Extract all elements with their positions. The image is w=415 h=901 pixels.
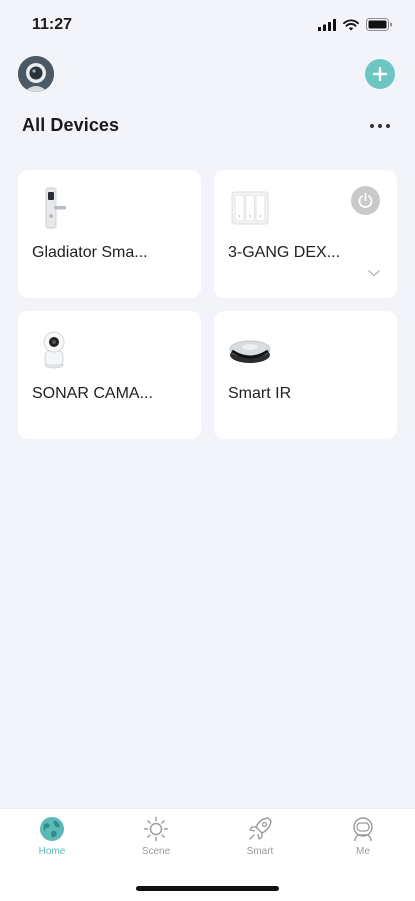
- device-image: [228, 327, 272, 371]
- device-card-smart-ir[interactable]: Smart IR: [214, 311, 397, 439]
- wall-switch-icon: [231, 191, 269, 225]
- device-image: [32, 186, 76, 230]
- power-button[interactable]: [351, 186, 380, 215]
- astronaut-icon: [353, 817, 373, 842]
- tab-home[interactable]: Home: [12, 815, 92, 871]
- battery-icon: [366, 18, 392, 31]
- sun-icon: [143, 816, 169, 842]
- device-card-3-gang[interactable]: 3-GANG DEX...: [214, 170, 397, 298]
- status-bar: 11:27: [0, 0, 415, 50]
- tab-label: Smart: [246, 846, 274, 857]
- astronaut-avatar-icon: [18, 56, 54, 92]
- tab-label: Scene: [141, 846, 171, 857]
- add-device-button[interactable]: [365, 59, 395, 89]
- cellular-signal-icon: [318, 18, 336, 31]
- status-time: 11:27: [32, 16, 73, 33]
- more-horizontal-icon: [370, 124, 390, 128]
- ir-remote-hub-icon: [229, 340, 271, 363]
- device-card-gladiator[interactable]: Gladiator Sma...: [18, 170, 201, 298]
- device-name: SONAR CAMA...: [32, 385, 153, 402]
- plus-icon: [373, 67, 387, 81]
- device-name: 3-GANG DEX...: [228, 244, 341, 261]
- device-name: Smart IR: [228, 385, 292, 402]
- device-name: Gladiator Sma...: [32, 244, 148, 261]
- security-camera-icon: [43, 331, 65, 369]
- tab-scene[interactable]: Scene: [116, 815, 196, 871]
- avatar[interactable]: [18, 56, 54, 92]
- wifi-icon: [343, 18, 359, 30]
- tab-label: Home: [38, 846, 66, 857]
- device-image: [32, 327, 76, 371]
- home-indicator: [136, 886, 279, 891]
- power-icon: [358, 193, 373, 208]
- device-image: [228, 186, 272, 230]
- tab-smart[interactable]: Smart: [220, 815, 300, 871]
- chevron-down-icon[interactable]: [367, 268, 381, 278]
- page-title: All Devices: [22, 115, 120, 135]
- rocket-icon: [249, 817, 272, 840]
- tab-me[interactable]: Me: [323, 815, 403, 871]
- globe-icon: [40, 817, 64, 841]
- device-card-sonar-camera[interactable]: SONAR CAMA...: [18, 311, 201, 439]
- status-icons: [318, 18, 393, 31]
- tab-label: Me: [356, 846, 370, 857]
- smart-lock-icon: [45, 187, 66, 229]
- more-options-button[interactable]: [367, 116, 393, 136]
